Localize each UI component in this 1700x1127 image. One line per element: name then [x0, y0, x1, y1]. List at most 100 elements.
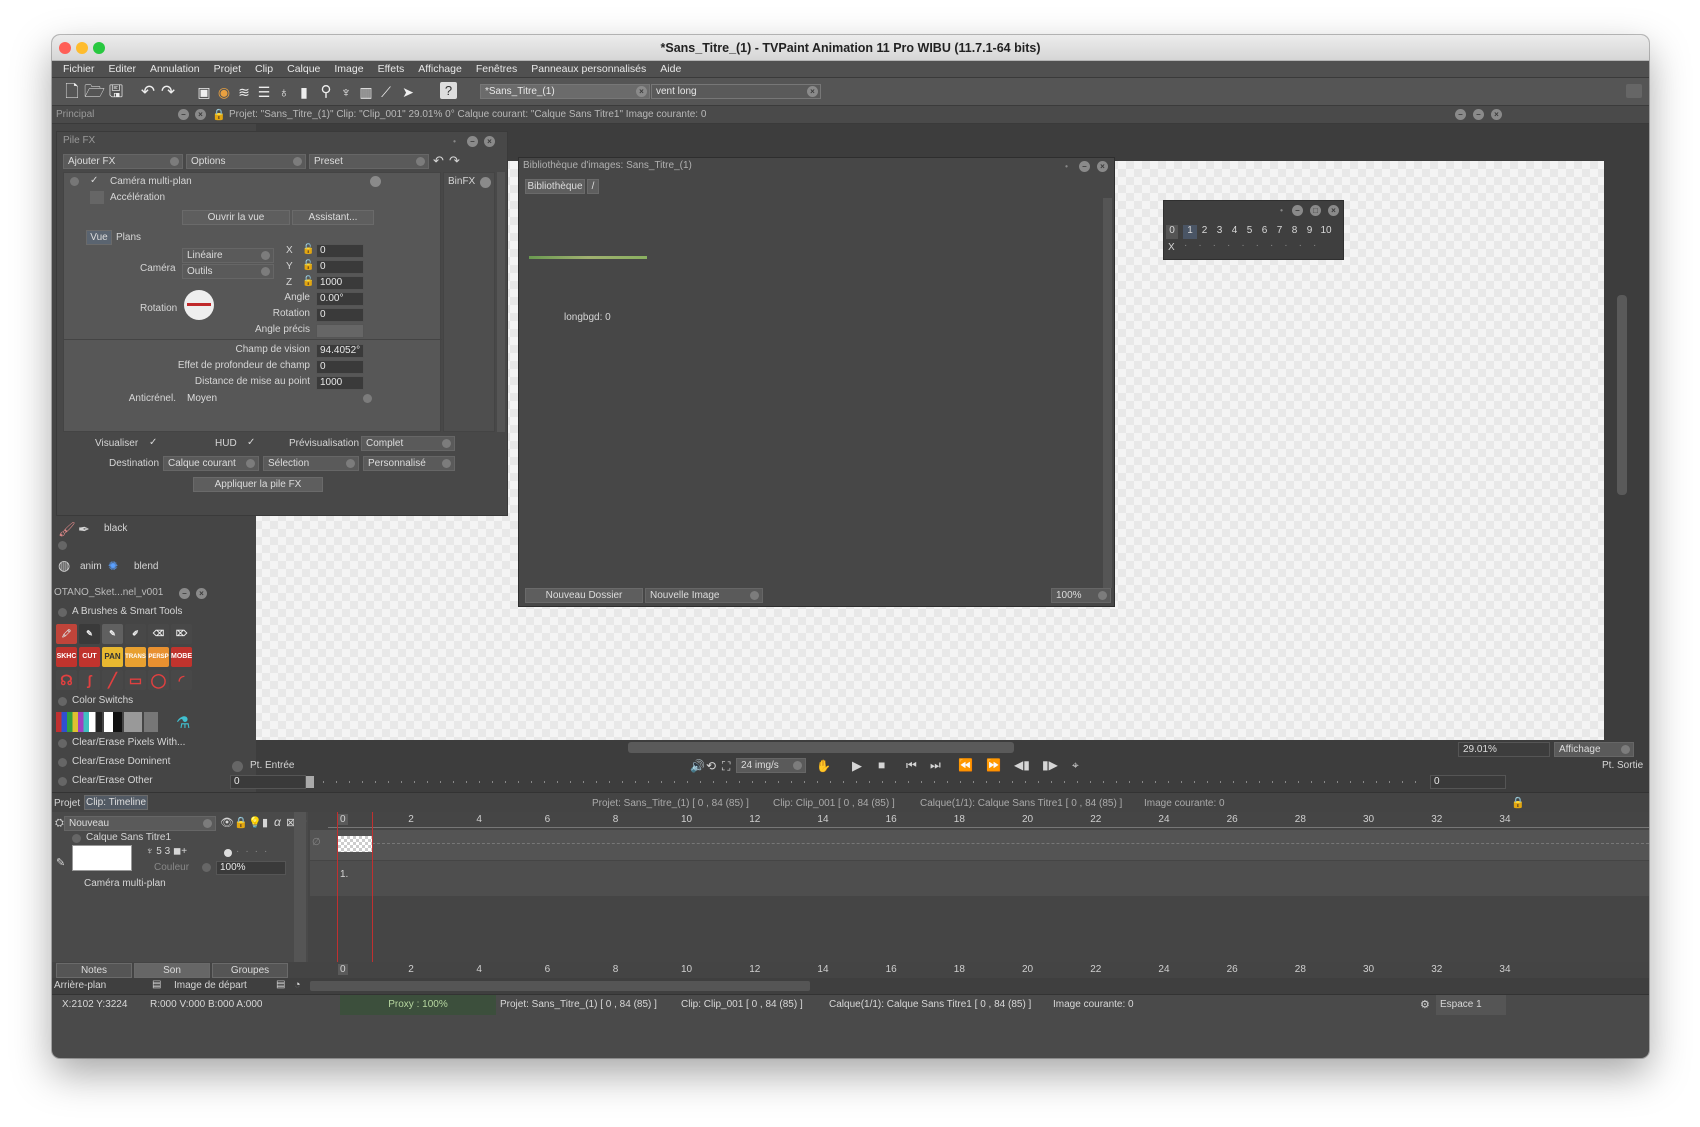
help-icon[interactable]: ?	[440, 82, 457, 99]
in-point-input[interactable]: 0	[230, 775, 306, 789]
fov-input[interactable]: 94.4052°	[316, 344, 364, 358]
color-switch-palette-icon[interactable]	[56, 712, 102, 732]
start-image-label[interactable]: Image de départ	[174, 980, 247, 991]
minimize-window-button[interactable]	[76, 42, 88, 54]
new-file-icon[interactable]: 🗋	[62, 82, 82, 102]
panel-icon[interactable]: ▮	[294, 82, 314, 102]
tab-notes[interactable]: Notes	[56, 963, 132, 978]
hud-check-icon[interactable]: ✓	[247, 437, 255, 448]
menu-effets[interactable]: Effets	[371, 61, 412, 77]
tab-project[interactable]: Projet	[54, 798, 80, 809]
tool-ink-icon[interactable]: ✎	[79, 624, 100, 644]
ruler-frame-label[interactable]: 34	[1497, 964, 1512, 975]
tool-ellipse-icon[interactable]: ◯	[148, 670, 169, 690]
tool-persp-icon[interactable]: PERSP	[148, 647, 169, 667]
ruler-frame-label[interactable]: 12	[747, 814, 762, 825]
fx-redo-icon[interactable]: ↷	[449, 153, 460, 169]
ruler-frame-label[interactable]: 34	[1497, 814, 1512, 825]
fx-enable-icon[interactable]	[70, 177, 79, 186]
tool-red-brush-icon[interactable]: 🖍	[56, 624, 77, 644]
xsheet-frame[interactable]: 10	[1317, 225, 1335, 239]
last-frame-icon[interactable]: ⏭	[930, 758, 941, 773]
alpha-icon[interactable]: α	[274, 815, 281, 829]
start-image-icon[interactable]: ▤	[276, 979, 285, 990]
xsheet-close-icon[interactable]: ×	[1328, 205, 1339, 216]
chart-icon[interactable]: ⟋	[376, 82, 396, 102]
ruler-frame-label[interactable]: 0	[338, 964, 348, 975]
y-input[interactable]: 0	[316, 260, 364, 274]
ruler-frame-label[interactable]: 16	[884, 814, 899, 825]
ruler-frame-label[interactable]: 18	[952, 964, 967, 975]
ruler-frame-label[interactable]: 22	[1088, 964, 1103, 975]
menu-aide[interactable]: Aide	[653, 61, 688, 77]
ruler-frame-label[interactable]: 6	[543, 814, 553, 825]
xsheet-minimize-icon[interactable]: –	[1292, 205, 1303, 216]
layer-mode-toggle[interactable]	[202, 863, 211, 872]
background-icon[interactable]: ▤	[152, 979, 161, 990]
library-item-label[interactable]: longbgd: 0	[564, 312, 611, 323]
status-proxy[interactable]: Proxy : 100%	[340, 995, 496, 1015]
xsheet-frame[interactable]: 7	[1272, 225, 1287, 239]
ruler-frame-label[interactable]: 26	[1225, 964, 1240, 975]
new-layer-dropdown[interactable]: Nouveau	[64, 816, 216, 831]
preset-dropdown[interactable]: Preset	[309, 154, 429, 169]
selection-dropdown[interactable]: Sélection	[263, 456, 359, 471]
new-layer-icon[interactable]: ⛭	[55, 817, 64, 830]
clear-other-toggle[interactable]	[58, 777, 67, 786]
section-toggle-brushes[interactable]	[58, 608, 67, 617]
xsheet-frame[interactable]: 9	[1302, 225, 1317, 239]
library-scrollbar[interactable]	[1103, 198, 1112, 588]
timeline-horizontal-scrollbar[interactable]	[310, 981, 810, 991]
pile-fx-minimize-icon[interactable]: –	[467, 136, 478, 147]
ruler-frame-label[interactable]: 0	[338, 814, 348, 825]
lock-layer-icon[interactable]: 🔒	[234, 816, 248, 829]
z-input[interactable]: 1000	[316, 276, 364, 290]
xsheet-frame[interactable]: 0	[1166, 225, 1178, 239]
layer-fx-name[interactable]: Caméra multi-plan	[84, 878, 166, 889]
zoom-field[interactable]: 29.01%	[1458, 742, 1550, 757]
close-vent-tab-icon[interactable]: ×	[807, 86, 818, 97]
ruler-frame-label[interactable]: 8	[611, 814, 621, 825]
tab-sound[interactable]: Son	[134, 963, 210, 978]
principal-right-icon-2[interactable]: –	[1473, 109, 1484, 120]
ruler-frame-label[interactable]: 24	[1156, 814, 1171, 825]
menu-projet[interactable]: Projet	[207, 61, 248, 77]
next-frame-icon[interactable]: ⏩	[986, 758, 1001, 772]
menu-calque[interactable]: Calque	[280, 61, 327, 77]
clear-dominent-toggle[interactable]	[58, 758, 67, 767]
xsheet-frame[interactable]: 4	[1227, 225, 1242, 239]
camera-tools-dropdown[interactable]: Outils	[182, 264, 274, 279]
ruler-frame-label[interactable]: 10	[679, 814, 694, 825]
open-file-icon[interactable]: 🗁	[84, 82, 105, 102]
library-minimize-icon[interactable]: –	[1079, 161, 1090, 172]
tool-pan-icon[interactable]: PAN	[102, 647, 123, 667]
step-forward-icon[interactable]: ▮▶	[1042, 758, 1058, 772]
open-view-button[interactable]: Ouvrir la vue	[182, 210, 290, 225]
stack-icon[interactable]: ☰	[254, 82, 274, 102]
canvas-horizontal-scrollbar[interactable]	[628, 742, 1014, 753]
brush-option-toggle[interactable]	[58, 541, 67, 550]
ruler-frame-label[interactable]: 4	[474, 964, 484, 975]
rotation-dial[interactable]	[184, 290, 214, 320]
tool-eraser-icon[interactable]: ⌫	[148, 624, 169, 644]
tool-cutb-icon[interactable]: CUT B	[79, 647, 100, 680]
library-close-icon[interactable]: ×	[1097, 161, 1108, 172]
clear-pixels-item[interactable]: Clear/Erase Pixels With...	[72, 737, 185, 748]
zoom-window-button[interactable]	[93, 42, 105, 54]
destination-dropdown[interactable]: Calque courant	[163, 456, 259, 471]
add-fx-dropdown[interactable]: Ajouter FX	[63, 154, 183, 169]
ruler-frame-label[interactable]: 26	[1225, 814, 1240, 825]
ruler-frame-label[interactable]: 12	[747, 964, 762, 975]
focus-distance-input[interactable]: 1000	[316, 376, 364, 390]
fx-undo-icon[interactable]: ↶	[433, 153, 444, 169]
tool-skhc-icon[interactable]: SKHC	[56, 647, 77, 667]
tool-trans-icon[interactable]: TRANS	[125, 647, 146, 667]
toolbar-expand-icon[interactable]	[1626, 84, 1642, 98]
xsheet-frame[interactable]: 2	[1197, 225, 1212, 239]
preview-dropdown[interactable]: Complet	[361, 436, 455, 451]
vent-long-tab[interactable]: vent long	[651, 84, 821, 99]
principal-right-icon-1[interactable]: –	[1455, 109, 1466, 120]
frame-slider-track[interactable]	[310, 781, 1420, 783]
library-zoom-dropdown[interactable]: 100%	[1051, 588, 1111, 603]
brush-icon[interactable]: 🖌	[58, 521, 76, 538]
